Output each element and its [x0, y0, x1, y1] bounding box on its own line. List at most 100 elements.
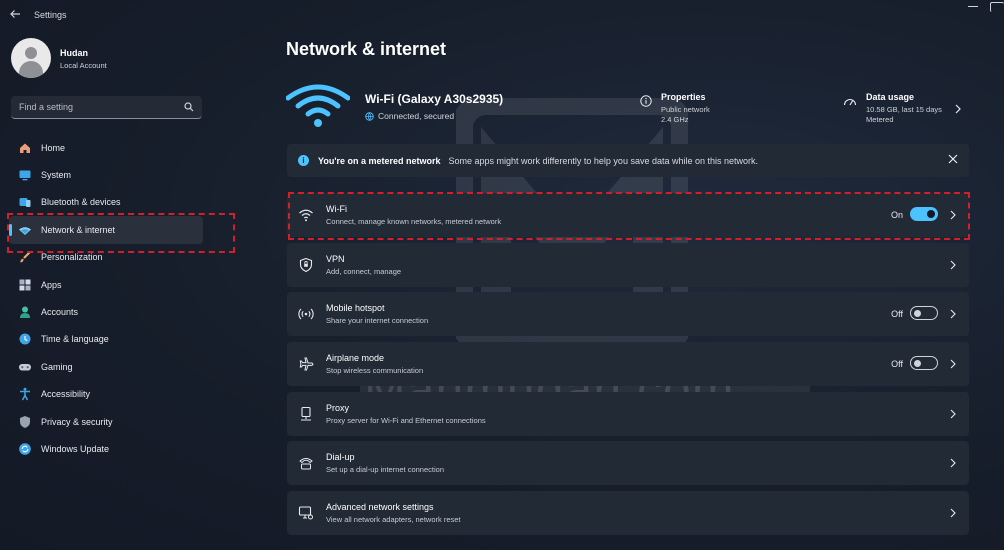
time-language-icon: [17, 332, 32, 347]
avatar-head-icon: [25, 47, 37, 59]
info-icon: i: [298, 155, 309, 166]
back-arrow-icon[interactable]: [9, 8, 25, 24]
data-usage-title: Data usage: [866, 92, 915, 102]
maximize-button[interactable]: [990, 2, 1004, 12]
mobile-hotspot-toggle[interactable]: [910, 306, 938, 321]
vpn-shield-icon: [299, 257, 313, 272]
properties-band: 2.4 GHz: [661, 115, 689, 124]
card-title: Mobile hotspot: [326, 303, 385, 314]
highlight-annotation-nav: [7, 213, 235, 253]
card-subtitle: Proxy server for Wi-Fi and Ethernet conn…: [326, 415, 486, 425]
title-bar: Settings: [0, 0, 1004, 34]
toggle-state-label: Off: [891, 309, 903, 320]
sidebar-item-label: Time & language: [41, 334, 109, 345]
sidebar-item-accessibility[interactable]: Accessibility: [9, 381, 203, 408]
gaming-icon: [17, 359, 32, 374]
chevron-right-icon: [950, 260, 956, 270]
search-icon[interactable]: [184, 102, 194, 112]
sidebar-nav: Home System Bluetooth & devices Network …: [9, 134, 203, 463]
card-subtitle: Stop wireless communication: [326, 366, 424, 376]
card-subtitle: Share your internet connection: [326, 316, 429, 326]
card-title: Proxy: [326, 402, 350, 413]
sidebar-item-label: Home: [41, 142, 66, 153]
search-input[interactable]: [11, 96, 181, 118]
sidebar-item-label: Accounts: [41, 307, 79, 318]
avatar-body-icon: [19, 61, 43, 78]
chevron-right-icon: [950, 459, 956, 468]
dial-up-card[interactable]: Dial-up Set up a dial-up internet connec…: [287, 441, 969, 486]
chevron-right-icon: [950, 359, 956, 369]
sidebar-item-privacy[interactable]: Privacy & security: [9, 408, 203, 435]
data-usage-amount: 10.58 GB, last 15 days: [866, 105, 942, 114]
dialup-icon: [299, 458, 313, 470]
account-type: Local Account: [60, 61, 107, 70]
avatar[interactable]: [11, 38, 51, 78]
connection-status-text: Connected, secured: [378, 111, 455, 121]
info-circle-icon: [640, 95, 652, 107]
sidebar-item-time-language[interactable]: Time & language: [9, 326, 203, 353]
metered-network-infobar: i You're on a metered network Some apps …: [287, 144, 969, 177]
card-title: Dial-up: [326, 452, 355, 463]
settings-list: Wi-Fi Connect, manage known networks, me…: [287, 193, 969, 541]
window-title: Settings: [34, 10, 67, 20]
bluetooth-icon: [17, 195, 32, 210]
card-subtitle: Add, connect, manage: [326, 266, 402, 276]
data-usage-link[interactable]: Data usage 10.58 GB, last 15 days Metere…: [843, 92, 942, 124]
sidebar-item-label: Personalization: [41, 252, 103, 263]
sidebar-item-system[interactable]: System: [9, 161, 203, 188]
properties-network-type: Public network: [661, 105, 710, 114]
user-name: Hudan: [60, 48, 88, 58]
sidebar-item-label: Bluetooth & devices: [41, 197, 121, 208]
sidebar-item-label: Gaming: [41, 361, 73, 372]
home-icon: [17, 140, 32, 155]
sidebar-item-gaming[interactable]: Gaming: [9, 353, 203, 380]
mobile-hotspot-card[interactable]: Mobile hotspot Share your internet conne…: [287, 292, 969, 337]
chevron-right-icon[interactable]: [953, 103, 963, 115]
proxy-card[interactable]: Proxy Proxy server for Wi-Fi and Etherne…: [287, 391, 969, 436]
accessibility-icon: [17, 387, 32, 402]
sidebar-item-label: Apps: [41, 279, 62, 290]
sidebar-item-apps[interactable]: Apps: [9, 271, 203, 298]
connection-status: Connected, secured: [365, 111, 454, 121]
gauge-icon: [843, 99, 857, 106]
chevron-right-icon: [950, 508, 956, 518]
card-subtitle: View all network adapters, network reset: [326, 515, 461, 525]
chevron-right-icon: [950, 309, 956, 319]
sidebar-item-label: System: [41, 170, 72, 181]
shield-icon: [17, 414, 32, 429]
search-box[interactable]: [11, 96, 202, 119]
advanced-network-settings-card[interactable]: Advanced network settings View all netwo…: [287, 491, 969, 536]
wifi-large-icon: [286, 84, 350, 127]
airplane-mode-card[interactable]: Airplane mode Stop wireless communicatio…: [287, 342, 969, 387]
proxy-icon: [301, 406, 311, 421]
sidebar-item-label: Windows Update: [41, 443, 110, 454]
vpn-card[interactable]: VPN Add, connect, manage: [287, 242, 969, 287]
close-icon[interactable]: [947, 153, 959, 165]
toggle-state-label: Off: [891, 359, 903, 370]
apps-icon: [17, 277, 32, 292]
properties-link[interactable]: Properties Public network 2.4 GHz: [640, 92, 710, 124]
minimize-button[interactable]: [968, 6, 978, 7]
properties-title: Properties: [661, 92, 706, 102]
update-icon: [17, 441, 32, 456]
airplane-mode-toggle[interactable]: [910, 356, 938, 371]
page-title: Network & internet: [286, 39, 447, 59]
card-subtitle: Set up a dial-up internet connection: [326, 465, 444, 475]
globe-icon: [365, 111, 374, 121]
connection-name: Wi-Fi (Galaxy A30s2935): [365, 92, 504, 106]
highlight-annotation-wifi: [288, 192, 970, 240]
advanced-network-icon: [298, 506, 313, 520]
chevron-right-icon: [950, 409, 956, 419]
toggle-knob: [914, 309, 921, 317]
card-title: Airplane mode: [326, 353, 385, 364]
sidebar-item-home[interactable]: Home: [9, 134, 203, 161]
system-icon: [17, 168, 32, 183]
data-usage-metered: Metered: [866, 115, 894, 124]
toggle-knob: [914, 359, 921, 367]
infobar-message: Some apps might work differently to help…: [448, 155, 759, 166]
airplane-icon: [299, 357, 314, 371]
infobar-title: You're on a metered network: [318, 155, 441, 166]
sidebar-item-accounts[interactable]: Accounts: [9, 298, 203, 325]
sidebar-item-windows-update[interactable]: Windows Update: [9, 435, 203, 462]
sidebar-item-label: Privacy & security: [41, 416, 113, 427]
